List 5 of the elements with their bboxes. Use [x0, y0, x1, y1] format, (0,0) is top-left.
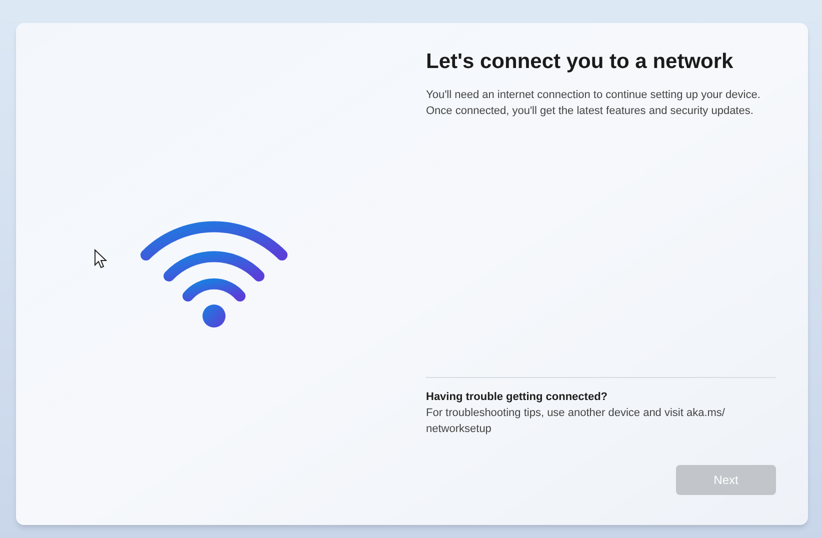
description-text: You'll need an internet connection to continue setting up your device. Once connected, you'll get the latest features and security updates.	[426, 88, 762, 120]
page-title: Let's connect you to a network	[426, 49, 734, 75]
pointer-icon	[94, 249, 107, 269]
help-heading: Having trouble getting connected?	[426, 390, 609, 405]
help-text: For troubleshooting tips, use another device and visit aka.ms/ networksetup	[426, 406, 726, 437]
